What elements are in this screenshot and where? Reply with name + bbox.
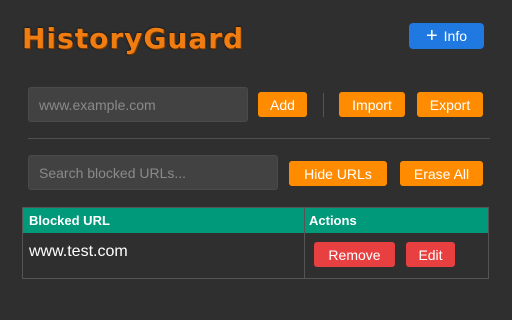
blocked-urls-table: Blocked URL Actions www.test.com Remove … [22,207,489,279]
import-button[interactable]: Import [339,92,405,117]
remove-button[interactable]: Remove [314,242,395,267]
edit-button[interactable]: Edit [406,242,455,267]
url-input-placeholder: www.example.com [39,96,156,113]
add-button[interactable]: Add [258,92,307,117]
divider [323,93,324,117]
export-button[interactable]: Export [417,92,483,117]
url-input[interactable]: www.example.com [28,87,248,122]
info-button-label: Info [443,28,468,44]
blocked-url-cell: www.test.com [29,243,128,260]
hide-urls-button[interactable]: Hide URLs [289,161,387,186]
column-divider [304,208,305,278]
search-input[interactable]: Search blocked URLs... [28,155,278,190]
search-input-placeholder: Search blocked URLs... [39,164,187,181]
plus-icon: + [425,25,438,47]
table-header: Blocked URL Actions [23,208,488,233]
section-divider [28,138,490,139]
erase-all-button[interactable]: Erase All [400,161,483,186]
column-header-actions: Actions [309,213,357,228]
info-button[interactable]: + Info [409,23,484,49]
column-header-blocked-url: Blocked URL [29,213,110,228]
app-title: HistoryGuard [22,22,245,55]
